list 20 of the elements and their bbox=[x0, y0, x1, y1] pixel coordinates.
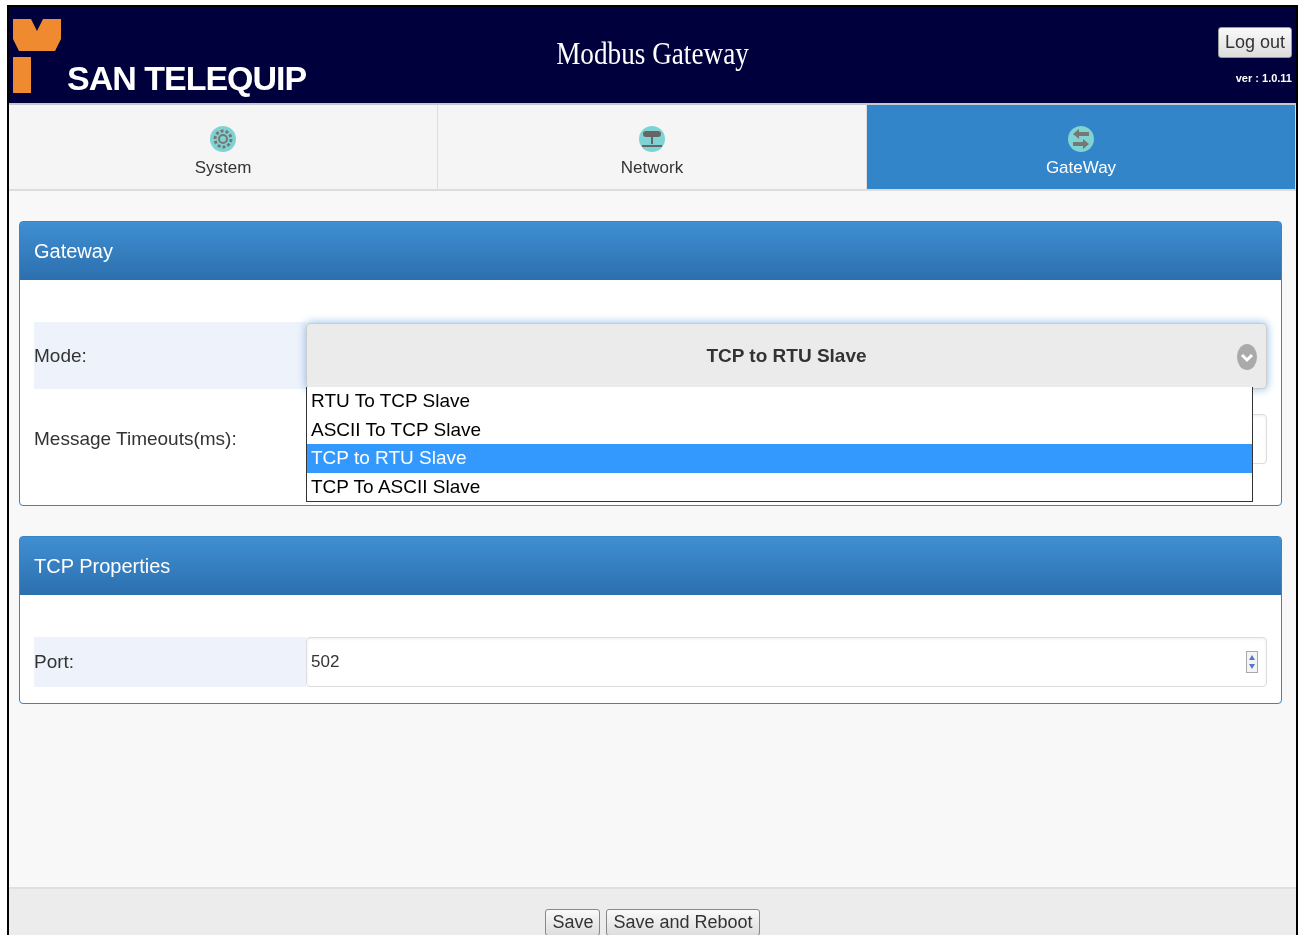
mode-select[interactable]: TCP to RTU Slave bbox=[306, 322, 1267, 389]
tab-label: Network bbox=[620, 158, 684, 178]
field-label: Message Timeouts(ms): bbox=[34, 428, 237, 450]
field-label: Port: bbox=[34, 651, 75, 673]
logo-text: SAN TELEQUIP bbox=[67, 61, 307, 95]
nav-tab[interactable]: GateWay bbox=[867, 105, 1296, 189]
version-text: ver : 1.0.11 bbox=[1235, 71, 1292, 84]
footer-button[interactable]: Save and Reboot bbox=[606, 909, 760, 935]
field-label: Mode: bbox=[34, 344, 87, 367]
tab-label: System bbox=[194, 158, 252, 178]
logo-icon bbox=[11, 19, 63, 95]
panel-header: Gateway bbox=[20, 222, 1281, 280]
page-title: Modbus Gateway bbox=[555, 35, 750, 72]
tab-label: GateWay bbox=[1045, 158, 1117, 178]
panel-header: TCP Properties bbox=[20, 537, 1281, 595]
chevron-down-icon bbox=[1236, 342, 1258, 371]
port-field[interactable]: 502 bbox=[306, 637, 1267, 687]
spinner-icon bbox=[1246, 651, 1258, 673]
footer-button[interactable]: Save bbox=[545, 909, 601, 935]
logout-button[interactable]: Log out bbox=[1217, 26, 1292, 58]
